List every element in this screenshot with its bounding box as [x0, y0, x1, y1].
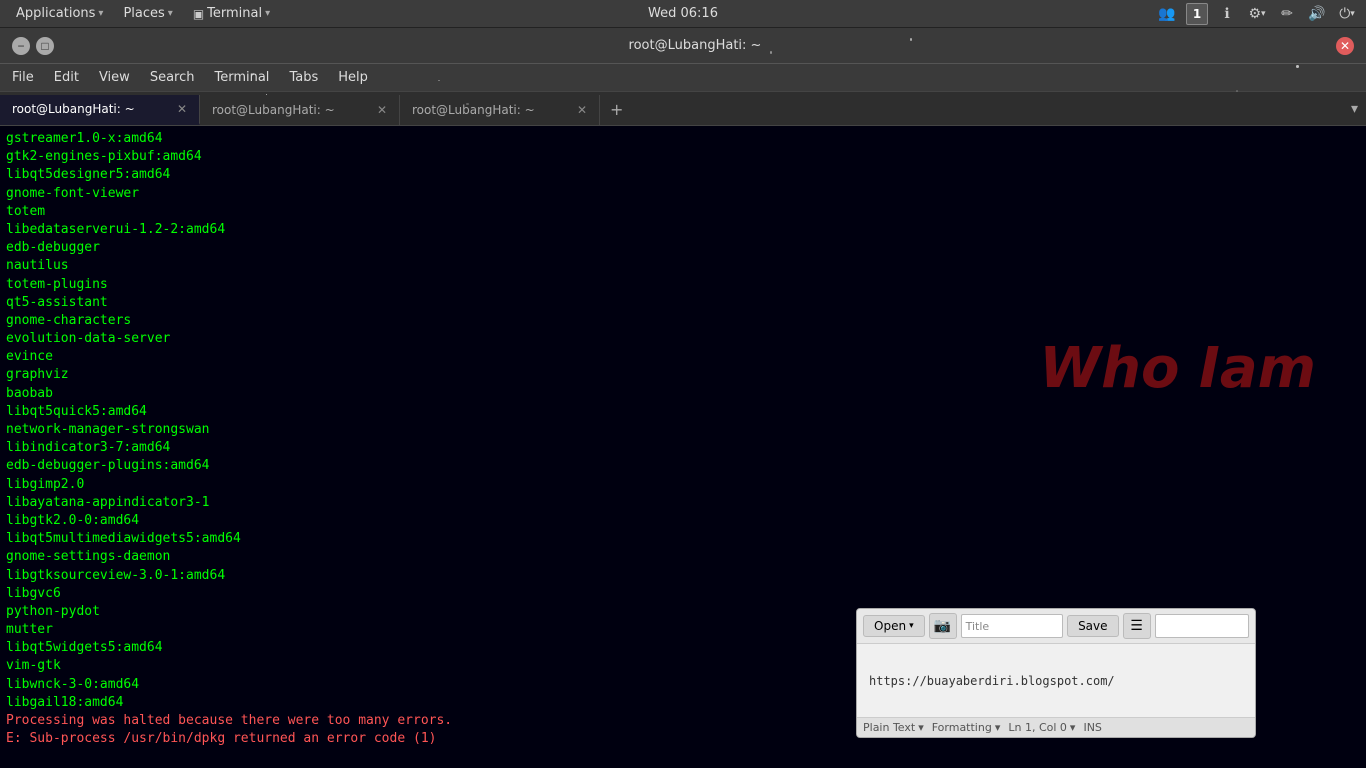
volume-icon[interactable]: 🔊	[1306, 3, 1328, 25]
terminal-label: Terminal	[207, 6, 262, 21]
terminal-arrow: ▾	[265, 8, 270, 19]
places-menu[interactable]: Places ▾	[115, 4, 180, 23]
applications-menu[interactable]: Applications ▾	[8, 4, 111, 23]
pen-icon[interactable]: ✏	[1276, 3, 1298, 25]
info-icon[interactable]: ℹ	[1216, 3, 1238, 25]
terminal-title: root@LubangHati: ~	[54, 38, 1336, 53]
tab-3[interactable]: root@LubangHati: ~ ✕	[400, 95, 600, 125]
menu-search[interactable]: Search	[142, 68, 203, 87]
places-label: Places	[123, 6, 164, 21]
tab-1[interactable]: root@LubangHati: ~ ✕	[0, 95, 200, 125]
floating-widget: Open ▾ 📷 Title Save ☰ https://buayaberdi…	[856, 608, 1256, 738]
formatting-arrow: ▾	[995, 721, 1001, 734]
line-info-item: Ln 1, Col 0 ▾	[1008, 721, 1075, 734]
top-bar-right: 👥 1 ℹ ⚙▾ ✏ 🔊 ⏻▾	[1156, 3, 1358, 25]
widget-extra-input[interactable]	[1155, 614, 1249, 638]
terminal-tabs: root@LubangHati: ~ ✕ root@LubangHati: ~ …	[0, 92, 1366, 126]
terminal-screen-icon: ▣	[193, 7, 204, 21]
datetime-display: Wed 06:16	[648, 6, 718, 21]
plain-text-item[interactable]: Plain Text ▾	[863, 721, 924, 734]
top-system-bar: Applications ▾ Places ▾ ▣ Terminal ▾ Wed…	[0, 0, 1366, 28]
datetime-text: Wed 06:16	[648, 6, 718, 21]
settings-icon[interactable]: ⚙▾	[1246, 3, 1268, 25]
menu-file[interactable]: File	[4, 68, 42, 87]
power-icon[interactable]: ⏻▾	[1336, 3, 1358, 25]
line-info-arrow: ▾	[1070, 721, 1076, 734]
terminal-menubar: File Edit View Search Terminal Tabs Help	[0, 64, 1366, 92]
widget-camera-button[interactable]: 📷	[929, 613, 957, 639]
terminal-window: − □ root@LubangHati: ~ ✕ File Edit View …	[0, 28, 1366, 768]
people-icon[interactable]: 👥	[1156, 3, 1178, 25]
menu-view[interactable]: View	[91, 68, 138, 87]
places-arrow: ▾	[168, 8, 173, 19]
menu-edit[interactable]: Edit	[46, 68, 87, 87]
menu-help[interactable]: Help	[330, 68, 376, 87]
minimize-button[interactable]: −	[12, 37, 30, 55]
terminal-content[interactable]: Who Iam gstreamer1.0-x:amd64 gtk2-engine…	[0, 126, 1366, 768]
add-tab-button[interactable]: +	[600, 94, 633, 125]
terminal-titlebar: − □ root@LubangHati: ~ ✕	[0, 28, 1366, 64]
tab-2[interactable]: root@LubangHati: ~ ✕	[200, 95, 400, 125]
widget-save-button[interactable]: Save	[1067, 615, 1118, 637]
formatting-item[interactable]: Formatting ▾	[932, 721, 1001, 734]
applications-arrow: ▾	[98, 8, 103, 19]
widget-content: https://buayaberdiri.blogspot.com/	[857, 644, 1255, 717]
ins-item: INS	[1083, 721, 1101, 734]
tab-1-close[interactable]: ✕	[177, 102, 187, 116]
widget-title-text: Title	[966, 620, 990, 633]
widget-title-input[interactable]: Title	[961, 614, 1063, 638]
terminal-menu[interactable]: ▣ Terminal ▾	[185, 4, 278, 23]
tab-3-close[interactable]: ✕	[577, 103, 587, 117]
widget-open-button[interactable]: Open ▾	[863, 615, 925, 637]
tab-2-close[interactable]: ✕	[377, 103, 387, 117]
maximize-button[interactable]: □	[36, 37, 54, 55]
menu-tabs[interactable]: Tabs	[281, 68, 326, 87]
plain-text-arrow: ▾	[918, 721, 924, 734]
widget-footer: Plain Text ▾ Formatting ▾ Ln 1, Col 0 ▾ …	[857, 717, 1255, 737]
applications-label: Applications	[16, 6, 95, 21]
widget-url: https://buayaberdiri.blogspot.com/	[869, 674, 1115, 688]
widget-toolbar: Open ▾ 📷 Title Save ☰	[857, 609, 1255, 644]
tabs-scroll-arrow[interactable]: ▾	[1343, 101, 1366, 117]
open-arrow: ▾	[909, 621, 914, 631]
close-button[interactable]: ✕	[1336, 37, 1354, 55]
menu-terminal[interactable]: Terminal	[206, 68, 277, 87]
window-controls: − □	[12, 37, 54, 55]
top-bar-left: Applications ▾ Places ▾ ▣ Terminal ▾	[8, 4, 278, 23]
workspace-indicator[interactable]: 1	[1186, 3, 1208, 25]
widget-menu-button[interactable]: ☰	[1123, 613, 1151, 639]
